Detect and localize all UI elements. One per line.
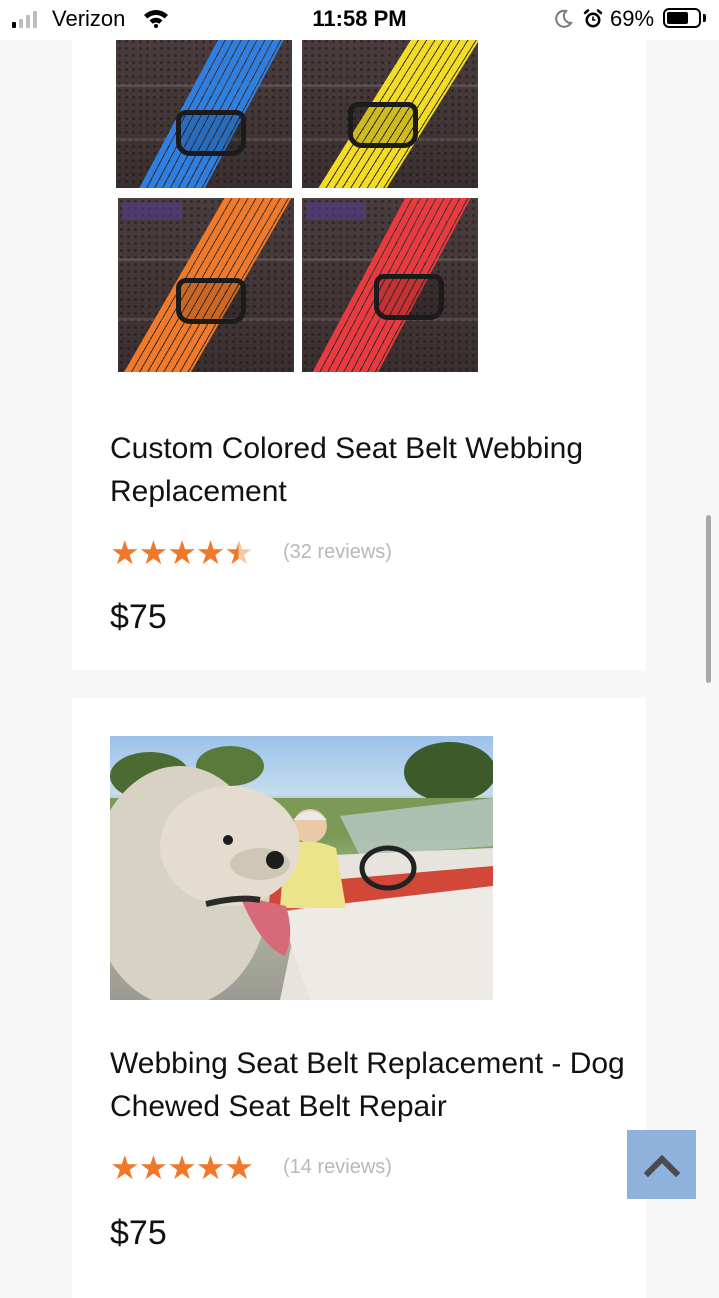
review-count[interactable]: (14 reviews) bbox=[283, 1156, 392, 1179]
red-seat-belt-image bbox=[302, 198, 478, 372]
star-icon: ★ bbox=[110, 1149, 140, 1186]
product-image[interactable] bbox=[116, 38, 486, 374]
product-title[interactable]: Webbing Seat Belt Replacement - Dog Chew… bbox=[110, 1042, 630, 1128]
star-icon: ★ bbox=[195, 534, 226, 571]
battery-percent: 69% bbox=[610, 6, 655, 31]
scrollbar[interactable] bbox=[706, 515, 711, 683]
product-title[interactable]: Custom Colored Seat Belt Webbing Replace… bbox=[110, 427, 630, 513]
back-to-top-button[interactable] bbox=[627, 1130, 696, 1199]
chevron-up-icon bbox=[643, 1154, 680, 1177]
star-icon: ★ bbox=[167, 534, 197, 571]
star-icon: ★ bbox=[195, 1149, 226, 1186]
product-price: $75 bbox=[110, 598, 167, 636]
moon-icon bbox=[555, 9, 573, 28]
alarm-icon bbox=[583, 9, 603, 28]
dog-in-convertible-photo bbox=[110, 742, 493, 1000]
star-icon: ★ bbox=[110, 534, 140, 571]
brand-logo bbox=[122, 202, 182, 220]
star-icon: ★ bbox=[224, 1149, 254, 1186]
yellow-seat-belt-image bbox=[302, 38, 478, 188]
status-bar: Verizon 11:58 PM 69% bbox=[0, 0, 719, 40]
star-icon: ★ bbox=[167, 1149, 197, 1186]
battery-cap bbox=[703, 14, 706, 22]
orange-seat-belt-image bbox=[118, 198, 294, 372]
blue-seat-belt-image bbox=[116, 38, 292, 188]
battery-icon bbox=[663, 8, 701, 28]
review-count[interactable]: (32 reviews) bbox=[283, 541, 392, 564]
star-icon: ★ bbox=[138, 534, 169, 571]
brand-logo bbox=[306, 202, 366, 220]
star-rating: ★ ★ ★ ★ ★ bbox=[110, 1149, 254, 1186]
product-price: $75 bbox=[110, 1214, 167, 1252]
product-image[interactable] bbox=[110, 736, 493, 1000]
star-rating: ★ ★ ★ ★ ★ bbox=[110, 534, 254, 571]
star-icon: ★ bbox=[224, 534, 254, 571]
star-icon: ★ bbox=[138, 1149, 169, 1186]
